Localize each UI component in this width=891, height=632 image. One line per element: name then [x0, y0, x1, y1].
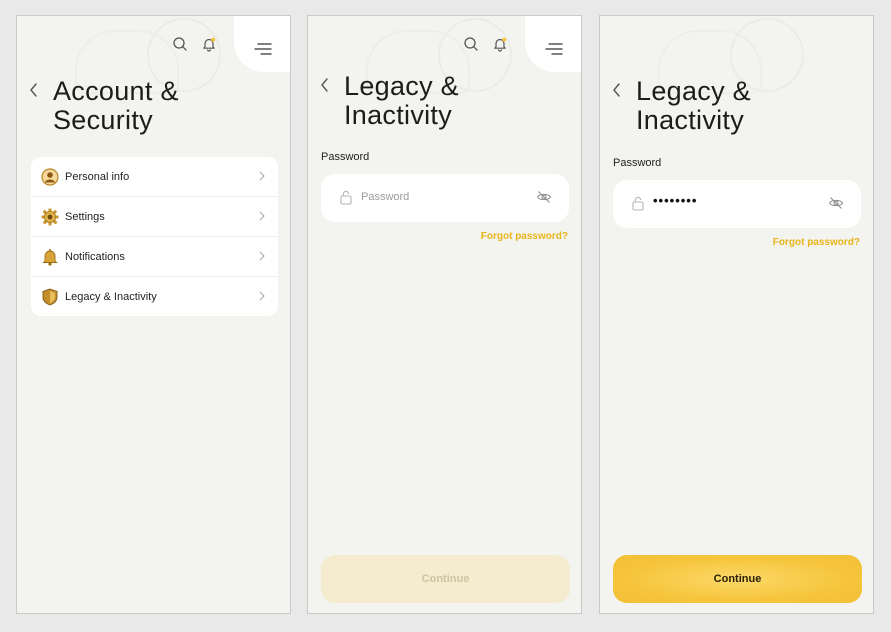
- lock-icon: [340, 190, 352, 205]
- bell-icon: [41, 248, 59, 266]
- password-label: Password: [613, 157, 662, 169]
- account-menu-list: Personal info Settings Notifications Leg…: [31, 157, 278, 316]
- back-arrow-icon[interactable]: [28, 82, 40, 98]
- chevron-right-icon: [259, 171, 265, 181]
- title-line: Inactivity: [636, 105, 745, 135]
- page-title: Legacy & Inactivity: [344, 72, 544, 130]
- legacy-inactivity-screen-empty: Legacy & Inactivity Password Password Fo…: [307, 15, 582, 614]
- menu-tab[interactable]: [525, 16, 581, 72]
- menu-item-legacy-inactivity[interactable]: Legacy & Inactivity: [31, 277, 278, 316]
- person-icon: [41, 167, 59, 186]
- page-title: Account & Security: [53, 77, 253, 135]
- back-arrow-icon[interactable]: [319, 77, 331, 93]
- hamburger-menu-icon[interactable]: [254, 42, 272, 56]
- hamburger-menu-icon[interactable]: [545, 42, 563, 56]
- menu-tab[interactable]: [234, 16, 290, 72]
- notification-bell-icon[interactable]: [201, 36, 217, 52]
- menu-item-label: Notifications: [65, 250, 125, 263]
- password-placeholder: Password: [361, 191, 410, 203]
- menu-item-label: Settings: [65, 210, 105, 223]
- gear-icon: [41, 208, 59, 226]
- menu-item-notifications[interactable]: Notifications: [31, 237, 278, 277]
- title-line: Legacy &: [344, 71, 459, 101]
- back-arrow-icon[interactable]: [611, 82, 623, 98]
- title-line: Inactivity: [344, 100, 453, 130]
- continue-button[interactable]: Continue: [321, 555, 570, 603]
- menu-item-settings[interactable]: Settings: [31, 197, 278, 237]
- password-masked-value: ••••••••: [653, 193, 698, 208]
- search-icon[interactable]: [172, 36, 188, 52]
- password-label: Password: [321, 151, 370, 163]
- account-security-screen: Account & Security Personal info Setting…: [16, 15, 291, 614]
- notification-bell-icon[interactable]: [492, 36, 508, 52]
- legacy-inactivity-screen-filled: Legacy & Inactivity Password •••••••• Fo…: [599, 15, 874, 614]
- password-field[interactable]: ••••••••: [613, 180, 861, 228]
- password-field[interactable]: Password: [321, 174, 569, 222]
- menu-item-label: Legacy & Inactivity: [65, 290, 157, 303]
- forgot-password-link[interactable]: Forgot password?: [481, 231, 568, 242]
- title-line: Legacy &: [636, 76, 751, 106]
- lock-icon: [632, 196, 644, 211]
- forgot-password-link[interactable]: Forgot password?: [773, 237, 860, 248]
- title-line: Security: [53, 105, 153, 135]
- chevron-right-icon: [259, 291, 265, 301]
- search-icon[interactable]: [463, 36, 479, 52]
- eye-off-icon[interactable]: [828, 196, 844, 210]
- continue-button[interactable]: Continue: [613, 555, 862, 603]
- page-title: Legacy & Inactivity: [636, 77, 836, 135]
- menu-item-label: Personal info: [65, 170, 130, 183]
- menu-item-personal-info[interactable]: Personal info: [31, 157, 278, 197]
- chevron-right-icon: [259, 251, 265, 261]
- title-line: Account &: [53, 76, 179, 106]
- chevron-right-icon: [259, 211, 265, 221]
- shield-icon: [41, 288, 59, 306]
- eye-off-icon[interactable]: [536, 190, 552, 204]
